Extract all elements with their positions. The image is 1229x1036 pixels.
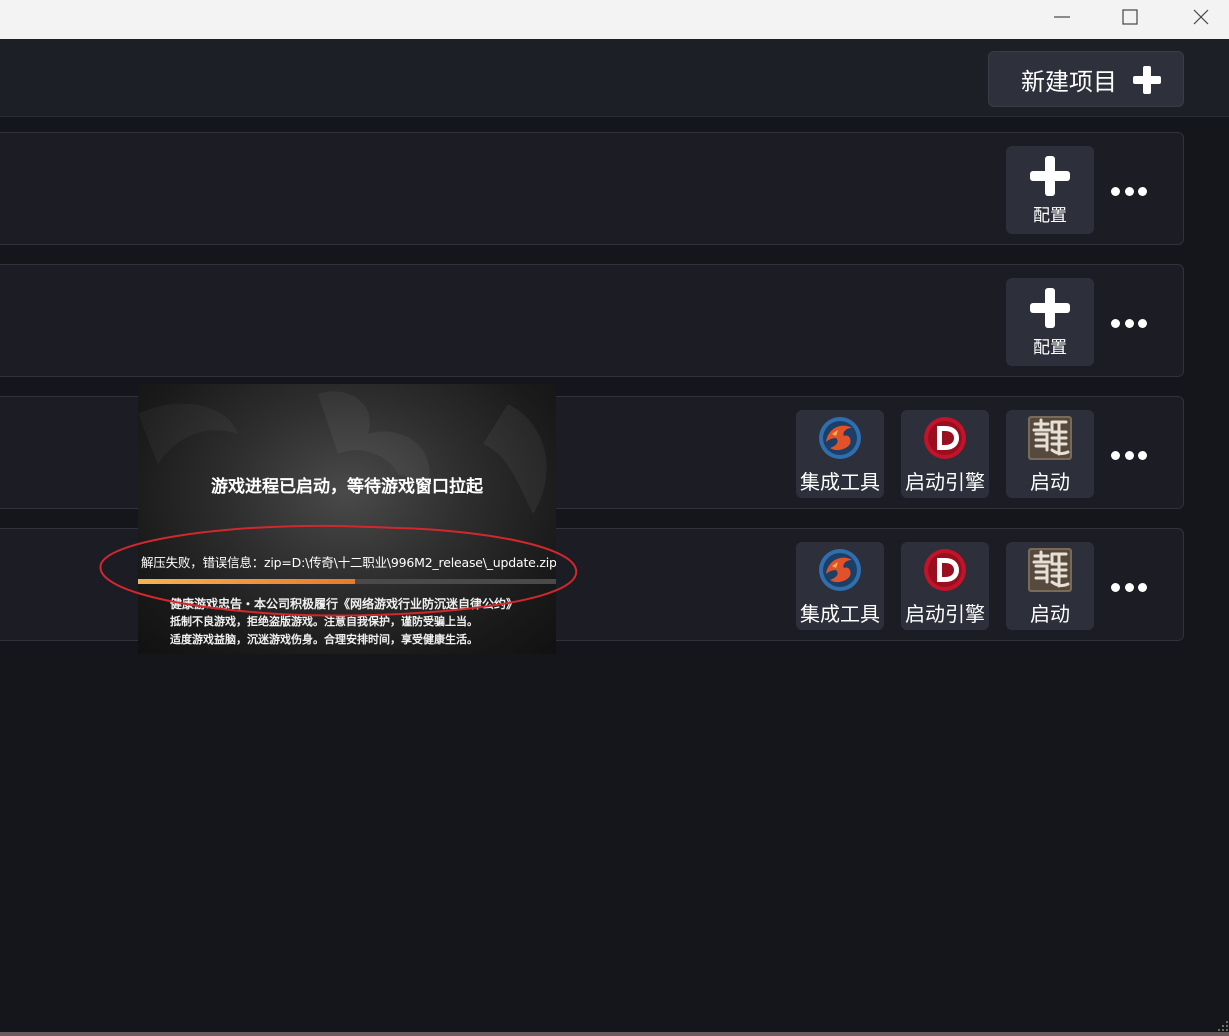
plus-icon (1030, 156, 1070, 196)
minimize-button[interactable] (1039, 0, 1085, 34)
close-icon (1193, 9, 1209, 25)
start-label: 启动 (1030, 470, 1070, 494)
notice-line: 抵制不良游戏，拒绝盗版游戏。注意自我保护，谨防受骗上当。 (170, 615, 478, 628)
start-engine-label: 启动引擎 (905, 602, 985, 626)
new-project-label: 新建项目 (1021, 67, 1117, 96)
title-bar (0, 0, 1229, 39)
maximize-button[interactable] (1107, 0, 1153, 34)
config-button[interactable]: 配置 (1006, 278, 1094, 366)
config-label: 配置 (1033, 206, 1067, 226)
config-button[interactable]: 配置 (1006, 146, 1094, 234)
start-button[interactable]: 启动 (1006, 410, 1094, 498)
resize-grip-icon[interactable] (1217, 1020, 1229, 1032)
plus-icon (1030, 288, 1070, 328)
dragon-logo-icon (819, 417, 861, 459)
d-logo-icon (924, 417, 966, 459)
start-engine-button[interactable]: 启动引擎 (901, 410, 989, 498)
launch-popup: 游戏进程已启动，等待游戏窗口拉起 解压失败，错误信息：zip=D:\传奇\十二职… (138, 384, 556, 654)
dragon-logo-icon (819, 549, 861, 591)
integrated-tools-label: 集成工具 (800, 602, 880, 626)
integrated-tools-button[interactable]: 集成工具 (796, 410, 884, 498)
error-message: 解压失败，错误信息：zip=D:\传奇\十二职业\996M2_release\_… (141, 555, 556, 570)
long-char-icon (1028, 416, 1072, 460)
new-project-button[interactable]: 新建项目 (988, 51, 1184, 107)
minimize-icon (1054, 16, 1070, 18)
start-engine-label: 启动引擎 (905, 470, 985, 494)
more-dots-icon[interactable] (1111, 181, 1147, 201)
taskbar-edge (0, 1032, 1229, 1036)
launch-status-text: 游戏进程已启动，等待游戏窗口拉起 (211, 477, 483, 497)
progress-bar (138, 579, 556, 584)
start-button[interactable]: 启动 (1006, 542, 1094, 630)
more-dots-icon[interactable] (1111, 577, 1147, 597)
start-engine-button[interactable]: 启动引擎 (901, 542, 989, 630)
close-button[interactable] (1178, 0, 1224, 34)
more-dots-icon[interactable] (1111, 445, 1147, 465)
notice-line: 适度游戏益脑，沉迷游戏伤身。合理安排时间，享受健康生活。 (170, 633, 478, 646)
integrated-tools-label: 集成工具 (800, 470, 880, 494)
health-notice: 健康游戏忠告・本公司积极履行《网络游戏行业防沉迷自律公约》 抵制不良游戏，拒绝盗… (170, 595, 518, 649)
integrated-tools-button[interactable]: 集成工具 (796, 542, 884, 630)
config-label: 配置 (1033, 338, 1067, 358)
d-logo-icon (924, 549, 966, 591)
maximize-icon (1122, 9, 1138, 25)
more-dots-icon[interactable] (1111, 313, 1147, 333)
long-char-icon (1028, 548, 1072, 592)
notice-line: 健康游戏忠告・本公司积极履行《网络游戏行业防沉迷自律公约》 (170, 597, 519, 611)
start-label: 启动 (1030, 602, 1070, 626)
progress-fill (138, 579, 356, 584)
plus-icon (1133, 66, 1161, 94)
